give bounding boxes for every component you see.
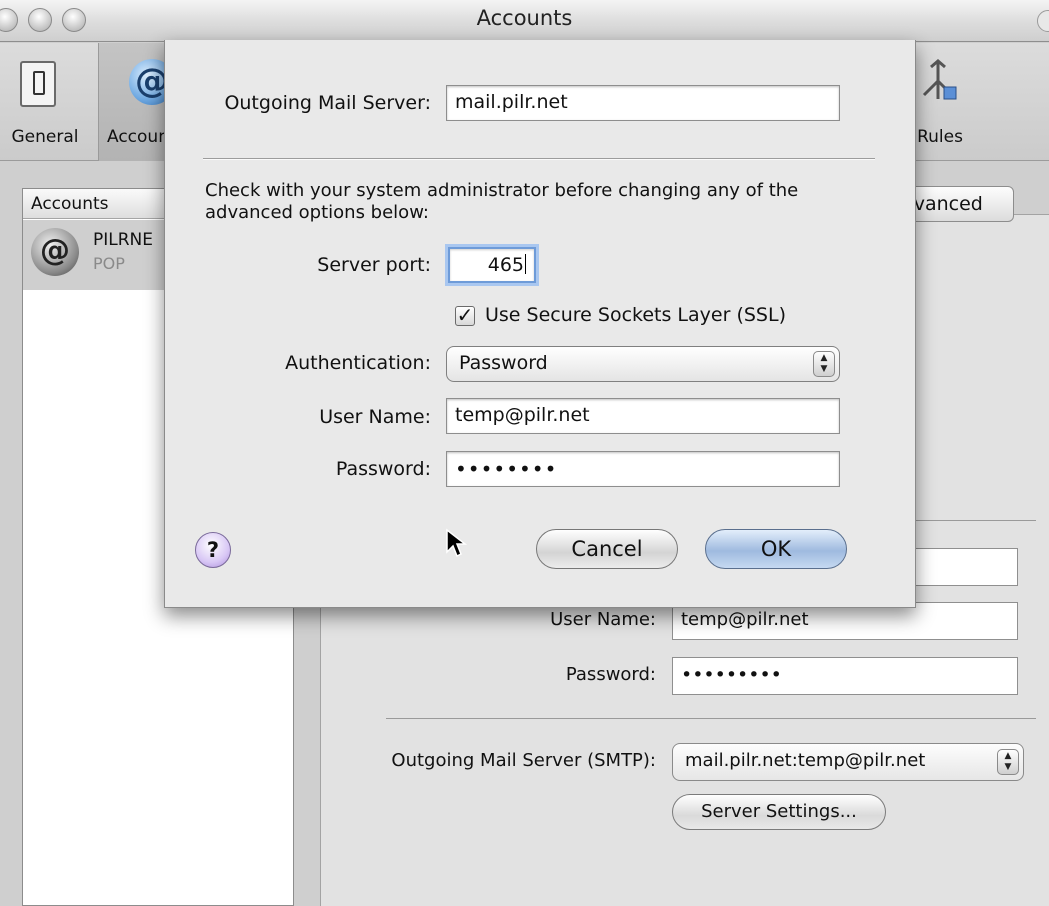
- outgoing-server-label: Outgoing Mail Server:: [224, 92, 431, 114]
- outgoing-server-field[interactable]: mail.pilr.net: [446, 85, 840, 121]
- divider: [203, 158, 875, 160]
- ssl-label: Use Secure Sockets Layer (SSL): [485, 304, 786, 326]
- bg-password-label: Password:: [565, 664, 656, 685]
- ssl-checkbox[interactable]: ✓: [455, 305, 475, 326]
- smtp-label: Outgoing Mail Server (SMTP):: [391, 750, 656, 771]
- toolbar-item-accounts[interactable]: @ Accounts: [98, 43, 185, 161]
- server-port-value: 465: [487, 254, 524, 276]
- window-title: Accounts: [476, 6, 573, 30]
- mouse-pointer-icon: [446, 528, 467, 558]
- account-type: POP: [93, 254, 125, 273]
- account-at-icon: @: [31, 228, 79, 276]
- help-button[interactable]: ?: [195, 532, 231, 568]
- toolbar-item-general[interactable]: General: [0, 43, 90, 161]
- admin-note: Check with your system administrator bef…: [205, 180, 799, 223]
- ok-button[interactable]: OK: [705, 529, 847, 569]
- divider: [386, 718, 1036, 719]
- window-titlebar: Accounts: [0, 0, 1049, 42]
- server-port-field[interactable]: 465: [448, 247, 536, 283]
- user-name-label: User Name:: [319, 406, 431, 428]
- password-field[interactable]: ••••••••: [446, 451, 840, 487]
- toolbar-item-label: Accounts: [107, 127, 185, 147]
- smtp-server-popup[interactable]: mail.pilr.net:temp@pilr.net ▲ ▼: [672, 743, 1024, 781]
- account-name: PILRNE: [93, 230, 154, 250]
- popup-arrows-icon: ▲ ▼: [997, 749, 1019, 775]
- password-label: Password:: [335, 458, 431, 480]
- toolbar-item-label: General: [11, 127, 79, 147]
- authentication-label: Authentication:: [285, 352, 431, 374]
- popup-arrows-icon: ▲ ▼: [813, 351, 835, 377]
- server-port-label: Server port:: [317, 254, 431, 276]
- bg-user-name-label: User Name:: [550, 609, 656, 630]
- user-name-field[interactable]: temp@pilr.net: [446, 398, 840, 434]
- rules-icon: [922, 59, 957, 100]
- bg-password-field[interactable]: •••••••••: [672, 657, 1018, 695]
- server-settings-button[interactable]: Server Settings...: [672, 794, 886, 830]
- text-caret: [525, 254, 526, 274]
- authentication-value: Password: [459, 352, 548, 374]
- smtp-server-value: mail.pilr.net:temp@pilr.net: [685, 750, 926, 771]
- authentication-popup[interactable]: Password ▲ ▼: [446, 346, 840, 382]
- general-switch-icon: [20, 61, 56, 107]
- cancel-button[interactable]: Cancel: [536, 529, 678, 569]
- server-settings-sheet: Outgoing Mail Server: mail.pilr.net Chec…: [164, 40, 916, 608]
